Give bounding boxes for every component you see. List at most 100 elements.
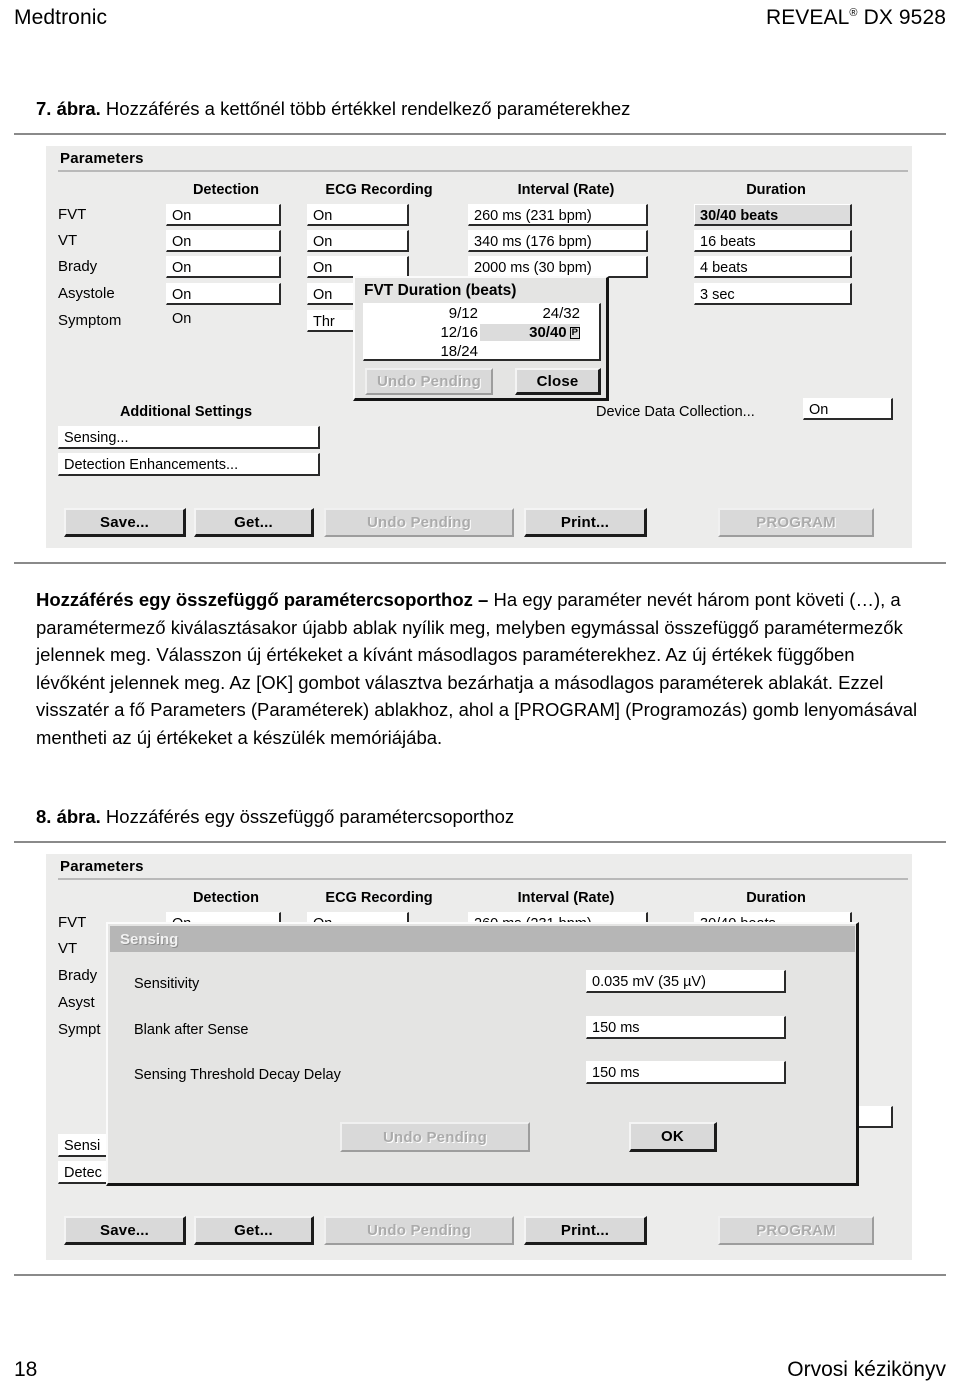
parameters-window-title: Parameters [60,150,144,167]
column-header-duration: Duration [746,182,806,198]
body-paragraph-text: Ha egy paraméter nevét három pont követi… [36,589,918,748]
print-button[interactable]: Print... [524,508,647,537]
value-symptom-detection: On [172,311,192,327]
product-model: DX 9528 [857,6,946,29]
figure7-top-rule [14,133,946,135]
save-button[interactable]: Save... [64,508,186,537]
device-data-collection-label: Device Data Collection... [596,404,755,420]
field-asystole-detection[interactable]: On [166,283,281,305]
sensing-label-threshold-decay: Sensing Threshold Decay Delay [134,1067,341,1083]
save-button-2[interactable]: Save... [64,1216,186,1245]
figure8-caption-text: Hozzáférés egy összefüggő paramétercsopo… [100,806,515,827]
undo-pending-button-2[interactable]: Undo Pending [324,1216,514,1245]
field-brady-detection[interactable]: On [166,256,281,278]
column-header-interval-rate: Interval (Rate) [517,182,615,198]
fvt-duration-listbox[interactable]: 9/12 12/16 18/24 24/32 30/40 P [363,303,601,361]
fvt-duration-dialog: FVT Duration (beats) 9/12 12/16 18/24 24… [353,276,609,401]
field-vt-detection[interactable]: On [166,230,281,252]
column-header-duration-2: Duration [746,890,806,906]
sensing-label-blank-after-sense: Blank after Sense [134,1022,249,1038]
pending-badge-icon: P [569,327,580,339]
sensing-dialog-titlebar: Sensing [110,926,855,952]
figure7-caption-text: Hozzáférés a kettőnél több értékkel rend… [100,98,631,119]
field-vt-duration[interactable]: 16 beats [694,230,852,252]
fvt-close-button[interactable]: Close [515,368,601,395]
body-paragraph-lead: Hozzáférés egy összefüggő paramétercsopo… [36,589,473,610]
figure7-caption: 7. ábra. Hozzáférés a kettőnél több érté… [36,97,630,120]
field-fvt-interval[interactable]: 260 ms (231 bpm) [468,204,648,226]
product-name: REVEAL [765,6,850,29]
field-brady-ecg[interactable]: On [307,256,409,278]
print-button-2[interactable]: Print... [524,1216,647,1245]
option-30-40[interactable]: 30/40 P [480,324,580,341]
option-18-24[interactable]: 18/24 [386,343,478,360]
field-brady-interval[interactable]: 2000 ms (30 bpm) [468,256,648,278]
sensing-dialog-title: Sensing [120,930,179,948]
sensing-ok-button[interactable]: OK [629,1122,717,1152]
field-vt-ecg[interactable]: On [307,230,409,252]
figure7-bottom-rule [14,562,946,564]
page-number: 18 [14,1358,38,1381]
device-data-collection-value[interactable]: On [803,398,893,420]
figure8-bottom-rule [14,1274,946,1276]
row-label-fvt-2: FVT [58,914,87,931]
row-label-vt: VT [58,232,78,249]
field-fvt-detection[interactable]: On [166,204,281,226]
program-button-2[interactable]: PROGRAM [718,1216,874,1245]
field-asystole-duration[interactable]: 3 sec [694,283,852,305]
sensing-field-sensitivity[interactable]: 0.035 mV (35 µV) [586,970,786,993]
row-label-brady: Brady [58,258,98,275]
figure8-top-rule [14,841,946,843]
column-header-interval-rate-2: Interval (Rate) [517,890,615,906]
parameters-title-rule [58,170,908,172]
column-header-detection: Detection [192,182,260,198]
row-label-symptom: Symptom [58,312,122,329]
row-label-asyst-2: Asyst [58,994,95,1011]
get-button-2[interactable]: Get... [194,1216,314,1245]
sensing-dialog: Sensing Sensitivity Blank after Sense Se… [106,922,859,1186]
figure8-caption: 8. ábra. Hozzáférés egy összefüggő param… [36,805,514,828]
undo-pending-button[interactable]: Undo Pending [324,508,514,537]
additional-setting-detection-enhancements[interactable]: Detection Enhancements... [58,453,320,476]
sensing-label-sensitivity: Sensitivity [134,976,200,992]
get-button[interactable]: Get... [194,508,314,537]
row-label-sympt-2: Sympt [58,1021,101,1038]
column-header-detection-2: Detection [192,890,260,906]
row-label-asystole: Asystole [58,285,115,302]
column-header-ecg-recording-2: ECG Recording [325,890,433,906]
parameters-title-rule-2 [58,878,908,880]
running-head: Medtronic REVEAL® DX 9528 [14,6,946,30]
page-footer: 18 Orvosi kézikönyv [14,1358,946,1382]
parameters-window-title-2: Parameters [60,858,144,875]
additional-setting-sensing[interactable]: Sensing... [58,426,320,449]
column-header-ecg-recording: ECG Recording [325,182,433,198]
running-head-right: REVEAL® DX 9528 [766,6,946,30]
figure7-caption-number: 7. ábra. [36,98,101,119]
program-button[interactable]: PROGRAM [718,508,874,537]
body-paragraph: Hozzáférés egy összefüggő paramétercsopo… [36,586,922,751]
row-label-fvt: FVT [58,206,87,223]
option-9-12[interactable]: 9/12 [386,305,478,322]
sensing-field-threshold-decay[interactable]: 150 ms [586,1061,786,1084]
additional-settings-header: Additional Settings [119,404,253,420]
figure8-screenshot: Parameters Detection ECG Recording Inter… [46,854,912,1260]
field-brady-duration[interactable]: 4 beats [694,256,852,278]
fvt-duration-dialog-title: FVT Duration (beats) [364,282,517,299]
field-vt-interval[interactable]: 340 ms (176 bpm) [468,230,648,252]
running-head-left: Medtronic [14,6,108,29]
sensing-field-blank-after-sense[interactable]: 150 ms [586,1016,786,1039]
document-title: Orvosi kézikönyv [787,1358,946,1381]
figure7-screenshot: Parameters Detection ECG Recording Inter… [46,146,912,548]
figure8-caption-number: 8. ábra. [36,806,101,827]
row-label-brady-2: Brady [58,967,98,984]
field-fvt-duration[interactable]: 30/40 beats [694,204,852,226]
option-30-40-label: 30/40 [529,324,567,341]
option-12-16[interactable]: 12/16 [386,324,478,341]
registered-trademark-icon: ® [849,7,858,19]
sensing-undo-pending-button[interactable]: Undo Pending [340,1122,530,1152]
field-fvt-ecg[interactable]: On [307,204,409,226]
page: Medtronic REVEAL® DX 9528 7. ábra. Hozzá… [0,0,960,1400]
option-24-32[interactable]: 24/32 [486,305,580,322]
fvt-undo-pending-button[interactable]: Undo Pending [365,368,493,395]
row-label-vt-2: VT [58,940,78,957]
